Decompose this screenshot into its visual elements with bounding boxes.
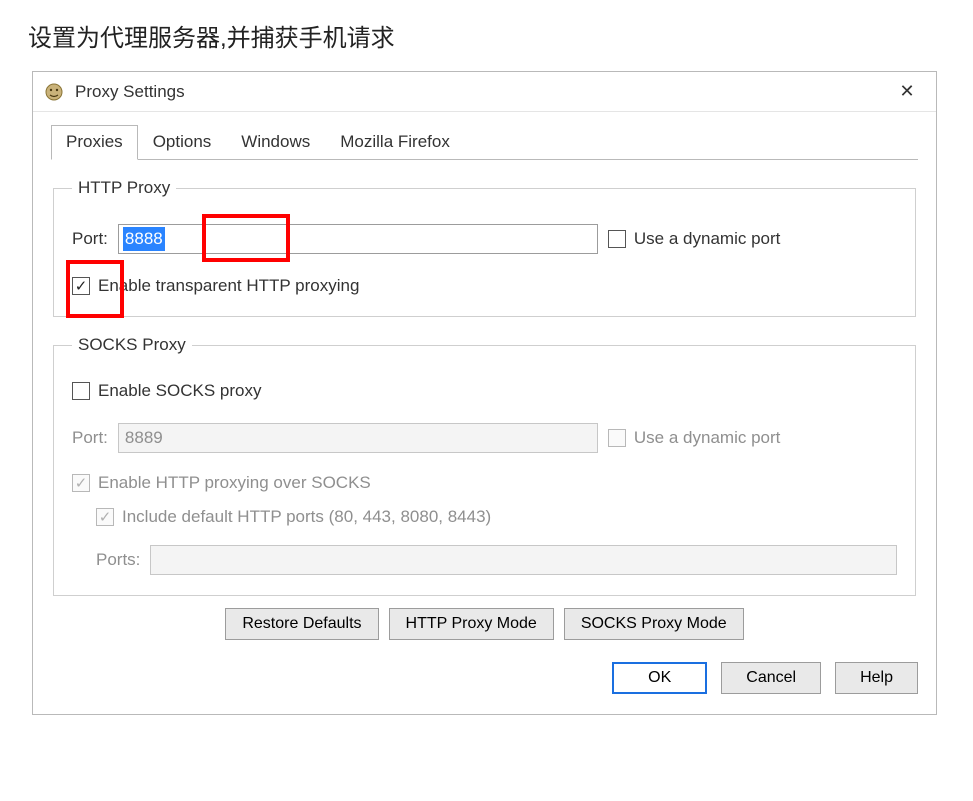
help-button[interactable]: Help [835,662,918,694]
socks-ports-input [150,545,897,575]
page-heading: 设置为代理服务器,并捕获手机请求 [28,18,973,53]
group-socks-legend: SOCKS Proxy [72,335,192,355]
tab-proxies[interactable]: Proxies [51,125,138,160]
tab-windows[interactable]: Windows [226,125,325,160]
socks-http-over-checkbox: ✓ Enable HTTP proxying over SOCKS [72,473,371,493]
proxy-settings-dialog: Proxy Settings ✕ Proxies Options Windows… [32,71,937,715]
window-title: Proxy Settings [75,82,884,102]
http-port-value-selected: 8888 [123,227,165,251]
dialog-footer: OK Cancel Help [51,662,918,694]
checkbox-icon: ✓ [72,277,90,295]
titlebar: Proxy Settings ✕ [33,72,936,112]
http-dynamic-port-checkbox[interactable]: Use a dynamic port [608,229,780,249]
socks-proxy-mode-button[interactable]: SOCKS Proxy Mode [564,608,744,640]
ok-button[interactable]: OK [612,662,707,694]
socks-include-ports-label: Include default HTTP ports (80, 443, 808… [122,507,491,527]
socks-enable-label: Enable SOCKS proxy [98,381,261,401]
http-proxy-mode-button[interactable]: HTTP Proxy Mode [389,608,554,640]
socks-dynamic-port-label: Use a dynamic port [634,428,780,448]
checkbox-icon [608,230,626,248]
socks-port-label: Port: [72,428,108,448]
dialog-body: Proxies Options Windows Mozilla Firefox … [33,112,936,714]
socks-ports-label: Ports: [96,550,140,570]
mode-button-bar: Restore Defaults HTTP Proxy Mode SOCKS P… [51,608,918,640]
group-socks-proxy: SOCKS Proxy Enable SOCKS proxy Port: Use… [53,335,916,596]
app-icon [43,81,65,103]
http-port-input[interactable]: 8888 [118,224,598,254]
cancel-button[interactable]: Cancel [721,662,821,694]
socks-enable-checkbox[interactable]: Enable SOCKS proxy [72,381,261,401]
group-http-legend: HTTP Proxy [72,178,176,198]
http-transparent-checkbox[interactable]: ✓ Enable transparent HTTP proxying [72,276,359,296]
socks-port-input [118,423,598,453]
http-dynamic-port-label: Use a dynamic port [634,229,780,249]
tab-firefox[interactable]: Mozilla Firefox [325,125,465,160]
tabstrip: Proxies Options Windows Mozilla Firefox [51,126,918,160]
tab-options[interactable]: Options [138,125,227,160]
close-button[interactable]: ✕ [884,77,930,107]
checkbox-icon: ✓ [72,474,90,492]
http-port-label: Port: [72,229,108,249]
checkbox-icon [608,429,626,447]
checkbox-icon [72,382,90,400]
group-http-proxy: HTTP Proxy Port: 8888 Use a dynamic port [53,178,916,317]
socks-http-over-label: Enable HTTP proxying over SOCKS [98,473,371,493]
http-transparent-label: Enable transparent HTTP proxying [98,276,359,296]
restore-defaults-button[interactable]: Restore Defaults [225,608,378,640]
checkbox-icon: ✓ [96,508,114,526]
socks-include-ports-checkbox: ✓ Include default HTTP ports (80, 443, 8… [96,507,491,527]
socks-dynamic-port-checkbox: Use a dynamic port [608,428,780,448]
